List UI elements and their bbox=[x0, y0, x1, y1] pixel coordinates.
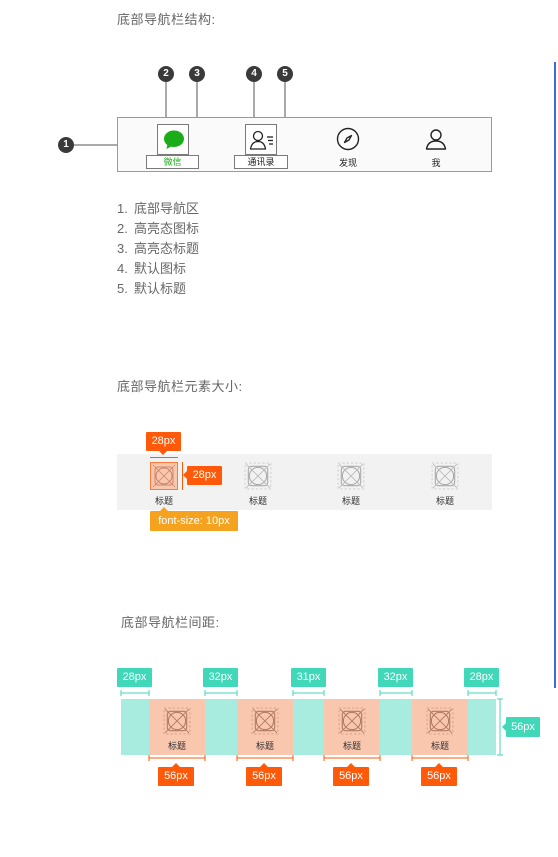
item-title: 标题 bbox=[341, 496, 360, 506]
highlight-icon-placeholder bbox=[150, 462, 178, 490]
item-title: 标题 bbox=[248, 496, 267, 506]
bar-height-tag-arrow bbox=[502, 723, 506, 731]
highlight-icon-frame[interactable] bbox=[157, 124, 189, 155]
highlight-title-frame[interactable]: 微信 bbox=[146, 155, 199, 169]
item-width-tag-arrow bbox=[172, 763, 180, 767]
icon-width-dimension-line bbox=[150, 457, 178, 458]
item-width-tag-arrow bbox=[435, 763, 443, 767]
item-width-tag: 56px bbox=[246, 767, 282, 786]
item-title: 标题 bbox=[154, 496, 173, 506]
legend-item: 4. 默认图标 bbox=[117, 261, 187, 276]
default-title-frame[interactable]: 通讯录 bbox=[234, 155, 288, 169]
section-size-title: 底部导航栏元素大小: bbox=[117, 379, 243, 394]
placeholder-icon bbox=[337, 462, 365, 490]
badge-3: 3 bbox=[189, 66, 205, 82]
default-icon-placeholder bbox=[244, 462, 272, 490]
user-icon bbox=[425, 129, 447, 150]
compass-icon bbox=[336, 127, 360, 151]
chat-bubble-icon bbox=[164, 130, 184, 149]
spacing-dimension-lines bbox=[120, 690, 503, 761]
nav-label-discover: 发现 bbox=[338, 158, 357, 168]
gap-tag: 31px bbox=[291, 668, 326, 687]
gap-tag: 32px bbox=[203, 668, 238, 687]
default-icon-placeholder bbox=[337, 462, 365, 490]
item-title: 标题 bbox=[435, 496, 454, 506]
legend-item: 3. 高亮态标题 bbox=[117, 241, 200, 256]
placeholder-icon bbox=[152, 464, 176, 488]
legend-item: 5. 默认标题 bbox=[117, 281, 187, 296]
font-size-tag: font-size: 10px bbox=[150, 511, 238, 531]
legend-item: 2. 高亮态图标 bbox=[117, 221, 200, 236]
contacts-icon bbox=[249, 130, 273, 150]
nav-item-discover[interactable]: 发现 bbox=[318, 118, 378, 171]
item-width-tag-arrow bbox=[260, 763, 268, 767]
icon-height-tag-arrow bbox=[183, 471, 187, 479]
nav-item-me[interactable]: 我 bbox=[406, 118, 466, 171]
default-icon-placeholder bbox=[431, 462, 459, 490]
badge-1: 1 bbox=[58, 137, 74, 153]
bar-height-tag: 56px bbox=[506, 717, 540, 737]
placeholder-icon bbox=[244, 462, 272, 490]
item-width-tag: 56px bbox=[333, 767, 369, 786]
legend-item: 1. 底部导航区 bbox=[117, 201, 200, 216]
section-spacing-title: 底部导航栏间距: bbox=[121, 615, 220, 630]
default-icon-frame[interactable] bbox=[245, 124, 277, 155]
icon-width-tag-arrow bbox=[159, 451, 167, 455]
structure-legend: 1. 底部导航区 2. 高亮态图标 3. 高亮态标题 4. 默认图标 5. 默认标题 bbox=[117, 199, 199, 299]
gap-tag: 28px bbox=[117, 668, 152, 687]
icon-height-dimension-line bbox=[182, 462, 183, 490]
item-width-tag: 56px bbox=[421, 767, 457, 786]
gap-tag: 28px bbox=[464, 668, 499, 687]
placeholder-icon bbox=[431, 462, 459, 490]
item-width-tag: 56px bbox=[158, 767, 194, 786]
icon-height-tag: 28px bbox=[187, 466, 222, 485]
badge-4: 4 bbox=[246, 66, 262, 82]
item-width-tag-arrow bbox=[347, 763, 355, 767]
badge-5: 5 bbox=[277, 66, 293, 82]
nav-label-me: 我 bbox=[431, 158, 441, 168]
font-size-tag-arrow bbox=[160, 507, 168, 511]
gap-tag: 32px bbox=[378, 668, 413, 687]
icon-width-tag: 28px bbox=[146, 432, 181, 451]
badge-2: 2 bbox=[158, 66, 174, 82]
